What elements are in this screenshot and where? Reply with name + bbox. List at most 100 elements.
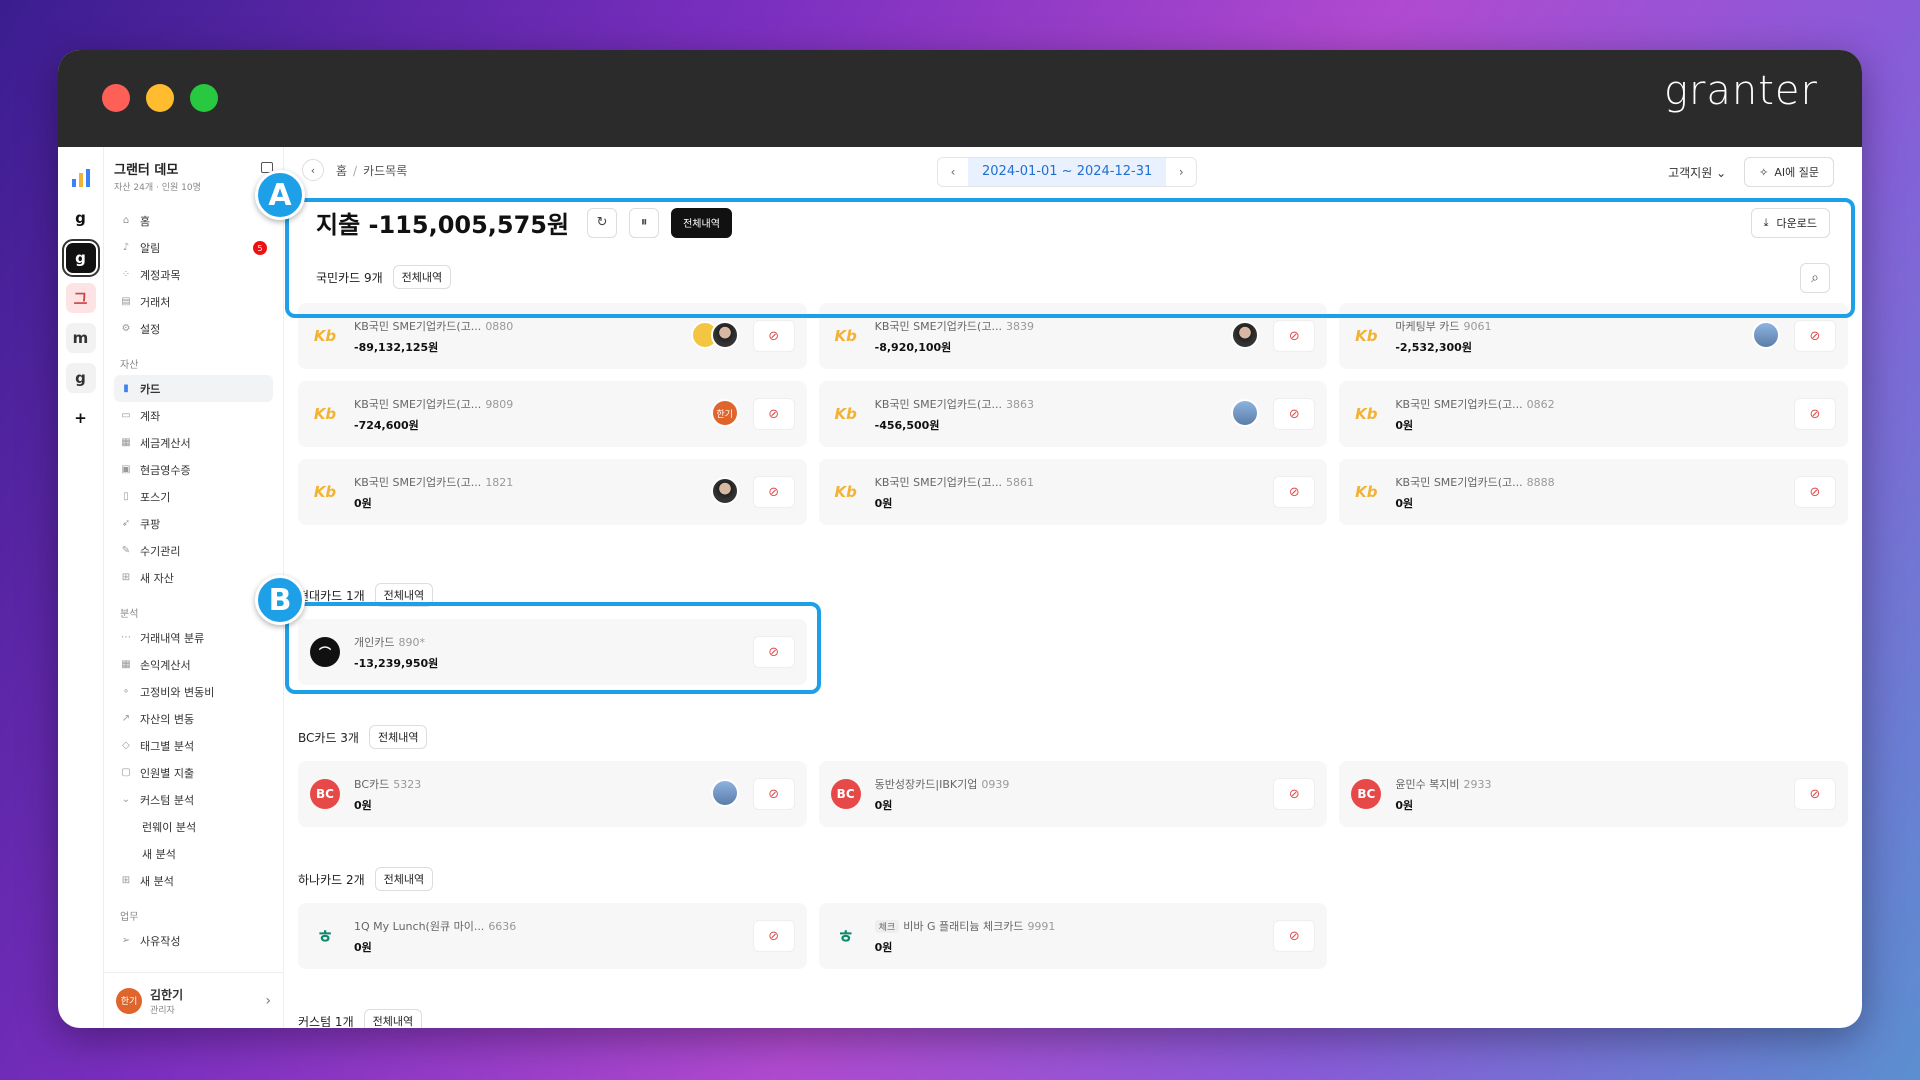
sidebar-item-runway[interactable]: 런웨이 분석	[114, 813, 273, 840]
brand-logo: granter	[1663, 68, 1818, 114]
pause-button[interactable]: ⏸	[629, 207, 660, 238]
workspace-item[interactable]: g	[65, 203, 96, 233]
card-item[interactable]: Kb KB국민 SME기업카드(고... 5861 0원 ⊘	[818, 459, 1328, 525]
unlink-button[interactable]: ⊘	[752, 320, 795, 352]
sidebar-item-tag-analysis[interactable]: ◇ 태그별 분석	[114, 732, 273, 759]
sidebar-item-new-asset[interactable]: ⊞ 새 자산	[114, 564, 273, 591]
app-body: g g 그 m g + 그랜터 데모 자산 24개 · 인원 10명 ⌂ 홈 ♪ 알…	[58, 147, 1862, 1028]
card-item[interactable]: BC BC카드 5323 0원 ⊘	[298, 761, 807, 827]
sidebar-item-vendors[interactable]: ▤ 거래처	[114, 288, 273, 315]
sidebar-item-settings[interactable]: ⚙ 설정	[114, 315, 273, 342]
card-item[interactable]: BC 윤민수 복지비 2933 0원 ⊘	[1339, 761, 1848, 827]
unlink-icon: ⊘	[1809, 786, 1821, 802]
unlink-button[interactable]: ⊘	[1273, 920, 1316, 952]
card-item[interactable]: Kb KB국민 SME기업카드(고... 0862 0원 ⊘	[1339, 381, 1848, 447]
card-item[interactable]: ㅎ 1Q My Lunch(원큐 마이... 6636 0원 ⊘	[298, 903, 807, 969]
workspace-item[interactable]: g	[65, 363, 96, 393]
sidebar-item-coupang[interactable]: ➶ 쿠팡	[114, 510, 273, 537]
sidebar-item-pos[interactable]: ▯ 포스기	[114, 483, 273, 510]
sidebar-item-asset-change[interactable]: ↗ 자산의 변동	[114, 705, 273, 732]
download-button[interactable]: ⤓ 다운로드	[1750, 208, 1830, 238]
workspace-item[interactable]: 그	[65, 283, 96, 313]
close-window-button[interactable]	[102, 84, 130, 112]
next-period-button[interactable]: ›	[1166, 158, 1196, 186]
unlink-button[interactable]: ⊘	[1273, 398, 1316, 430]
sidebar-item-custom-analysis[interactable]: ⌄ 커스텀 분석	[114, 786, 273, 813]
user-profile[interactable]: 한기 김한기 관리자 ›	[104, 972, 283, 1028]
sidebar-item-tax-invoices[interactable]: ▦ 세금계산서	[114, 429, 273, 456]
sidebar-item-manual[interactable]: ✎ 수기관리	[114, 537, 273, 564]
group-label: 현대카드 1개	[298, 588, 365, 603]
unlink-button[interactable]: ⊘	[1273, 320, 1316, 352]
sidebar-item-reason[interactable]: ➢ 사유작성	[114, 927, 273, 954]
sidebar-item-alerts[interactable]: ♪ 알림 5	[114, 234, 273, 261]
sidebar-item-home[interactable]: ⌂ 홈	[114, 207, 273, 234]
card-item[interactable]: Kb KB국민 SME기업카드(고... 0880 -89,132,125원 ⊘	[298, 303, 807, 369]
unlink-button[interactable]: ⊘	[1273, 778, 1316, 810]
unlink-button[interactable]: ⊘	[1273, 476, 1316, 508]
chart-workspace-icon[interactable]	[65, 163, 96, 193]
unlink-button[interactable]: ⊘	[1793, 476, 1836, 508]
group-history-button[interactable]: 전체내역	[374, 583, 434, 607]
card-item[interactable]: Kb KB국민 SME기업카드(고... 8888 0원 ⊘	[1339, 459, 1848, 525]
back-button[interactable]: ‹	[302, 159, 324, 181]
unlink-button[interactable]: ⊘	[1793, 778, 1836, 810]
card-item[interactable]: Kb 마케팅부 카드 9061 -2,532,300원 ⊘	[1339, 303, 1848, 369]
card-item[interactable]: ⌒ 개인카드 890* -13,239,950원 ⊘	[298, 619, 807, 685]
avatar	[710, 477, 739, 505]
maximize-window-button[interactable]	[190, 84, 218, 112]
sidebar-item-categorize[interactable]: ⋯ 거래내역 분류	[114, 624, 273, 651]
all-history-button[interactable]: 전체내역	[671, 207, 732, 238]
kb-logo-icon: Kb	[1355, 405, 1378, 423]
workspace-item-active[interactable]: g	[61, 239, 100, 277]
add-workspace-button[interactable]: +	[65, 403, 96, 433]
unlink-button[interactable]: ⊘	[1793, 398, 1836, 430]
sidebar-item-new-custom-analysis[interactable]: 새 분석	[114, 840, 273, 867]
unlink-button[interactable]: ⊘	[752, 920, 795, 952]
card-item[interactable]: ㅎ 체크 비바 G 플래티늄 체크카드 9991 0원 ⊘	[818, 903, 1328, 969]
prev-period-button[interactable]: ‹	[938, 158, 968, 186]
support-menu[interactable]: 고객지원 ⌄	[1668, 164, 1726, 181]
check-card-chip: 체크	[874, 919, 900, 933]
group-header-kb: 국민카드 9개 전체내역	[316, 265, 452, 289]
minimize-window-button[interactable]	[146, 84, 174, 112]
sidebar-item-person-spending[interactable]: ▢ 인원별 지출	[114, 759, 273, 786]
group-history-button[interactable]: 전체내역	[363, 1009, 423, 1028]
receipt-icon: ▣	[121, 463, 131, 475]
unlink-button[interactable]: ⊘	[752, 636, 795, 668]
breadcrumb-home[interactable]: 홈	[336, 164, 347, 178]
group-history-button[interactable]: 전체내역	[374, 867, 434, 891]
refresh-button[interactable]: ↻	[587, 207, 618, 238]
search-button[interactable]: ⌕	[1800, 263, 1830, 293]
unlink-button[interactable]: ⊘	[1793, 320, 1836, 352]
unlink-icon: ⊘	[768, 928, 780, 944]
card-item[interactable]: Kb KB국민 SME기업카드(고... 3839 -8,920,100원 ⊘	[818, 303, 1328, 369]
unlink-button[interactable]: ⊘	[752, 778, 795, 810]
card-item[interactable]: BC 동반성장카드|IBK기업 0939 0원 ⊘	[818, 761, 1328, 827]
unlink-button[interactable]: ⊘	[752, 476, 795, 508]
group-history-button[interactable]: 전체내역	[392, 265, 452, 289]
workspace-item[interactable]: m	[65, 323, 96, 353]
unlink-button[interactable]: ⊘	[752, 398, 795, 430]
ask-ai-button[interactable]: ✧ AI에 질문	[1744, 157, 1834, 187]
group-history-button[interactable]: 전체내역	[368, 725, 428, 749]
card-item[interactable]: Kb KB국민 SME기업카드(고... 9809 -724,600원 한기 ⊘	[298, 381, 807, 447]
sidebar-item-accounts[interactable]: ⁘ 계정과목	[114, 261, 273, 288]
sidebar-item-cards[interactable]: ▮ 카드	[114, 375, 273, 402]
sidebar-item-cash-receipts[interactable]: ▣ 현금영수증	[114, 456, 273, 483]
card-item[interactable]: Kb KB국민 SME기업카드(고... 1821 0원 ⊘	[298, 459, 807, 525]
bc-logo-icon: BC	[830, 779, 861, 809]
user-name: 김한기	[150, 987, 184, 1002]
card-item[interactable]: Kb KB국민 SME기업카드(고... 3863 -456,500원 ⊘	[818, 381, 1328, 447]
person-icon: ▢	[121, 766, 131, 778]
sidebar-item-new-analysis[interactable]: ⊞ 새 분석	[114, 867, 273, 894]
sidebar-item-bank-accounts[interactable]: ▭ 계좌	[114, 402, 273, 429]
date-range[interactable]: 2024-01-01 ~ 2024-12-31	[968, 158, 1167, 186]
plus-box-icon: ⊞	[121, 874, 131, 886]
refresh-icon: ↻	[596, 215, 608, 230]
sidebar-item-income-statement[interactable]: ▦ 손익계산서	[114, 651, 273, 678]
group-label: BC카드 3개	[298, 730, 359, 745]
card-users	[710, 779, 739, 807]
org-header[interactable]: 그랜터 데모 자산 24개 · 인원 10명	[114, 159, 273, 193]
sidebar-item-fixed-variable[interactable]: ∘ 고정비와 변동비	[114, 678, 273, 705]
